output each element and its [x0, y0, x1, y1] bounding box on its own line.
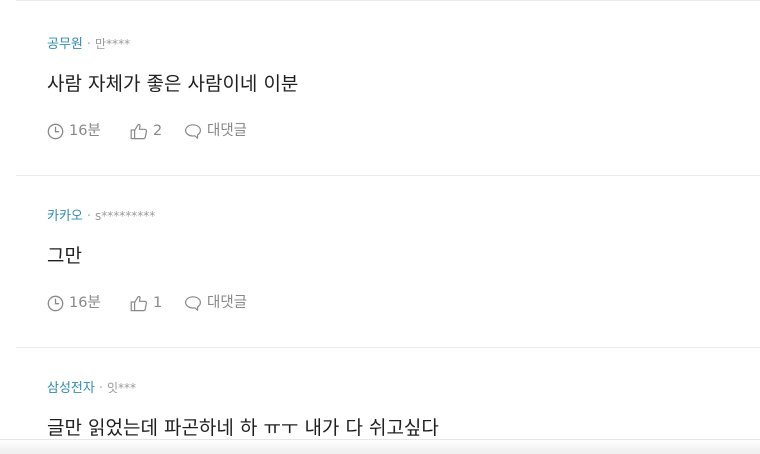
scroll-edge-shadow [0, 439, 760, 454]
comment-meta: 삼성전자 · 잇*** [47, 380, 136, 397]
comment-actions: 16분 2 대댓글 [47, 122, 247, 140]
comment-meta: 공무원 · 만**** [47, 36, 130, 53]
comment-actions: 16분 1 대댓글 [47, 294, 247, 312]
divider [16, 0, 760, 1]
like-button[interactable]: 2 [130, 122, 184, 140]
meta-separator: · [86, 37, 92, 52]
like-button[interactable]: 1 [130, 294, 184, 312]
author-company[interactable]: 삼성전자 [47, 381, 95, 396]
comment-time: 16분 [47, 122, 130, 140]
reply-label: 대댓글 [207, 123, 248, 139]
speech-bubble-icon [184, 295, 202, 312]
author-company[interactable]: 카카오 [47, 209, 83, 224]
speech-bubble-icon [184, 123, 202, 140]
divider [16, 175, 760, 176]
comment-meta: 카카오 · s********* [47, 208, 155, 225]
time-label: 16분 [69, 123, 101, 139]
clock-icon [47, 295, 64, 312]
meta-separator: · [86, 209, 92, 224]
comment-time: 16분 [47, 294, 130, 312]
divider [16, 347, 760, 348]
comment-text: 그만 [47, 245, 82, 267]
author-company[interactable]: 공무원 [47, 37, 83, 52]
meta-separator: · [98, 381, 103, 396]
reply-label: 대댓글 [207, 295, 248, 311]
clock-icon [47, 123, 64, 140]
author-nickname: 잇*** [106, 381, 137, 395]
comment-list: 공무원·만**** 사람 자체가 좋은 사람이네 이분 16분 2 대댓글 [0, 0, 760, 454]
author-nickname: 만**** [95, 37, 131, 51]
author-nickname: s********* [95, 209, 156, 223]
time-label: 16분 [69, 295, 101, 311]
comment-text: 글만 읽었는데 파곤하네 하 ㅠㅜ 내가 다 쉬고싶다 [47, 417, 439, 439]
like-count: 1 [153, 295, 163, 311]
thumbs-up-icon [130, 295, 148, 312]
comment-text: 사람 자체가 좋은 사람이네 이분 [47, 73, 299, 95]
thumbs-up-icon [130, 123, 148, 140]
reply-button[interactable]: 대댓글 [184, 122, 247, 140]
reply-button[interactable]: 대댓글 [184, 294, 247, 312]
like-count: 2 [153, 123, 163, 139]
